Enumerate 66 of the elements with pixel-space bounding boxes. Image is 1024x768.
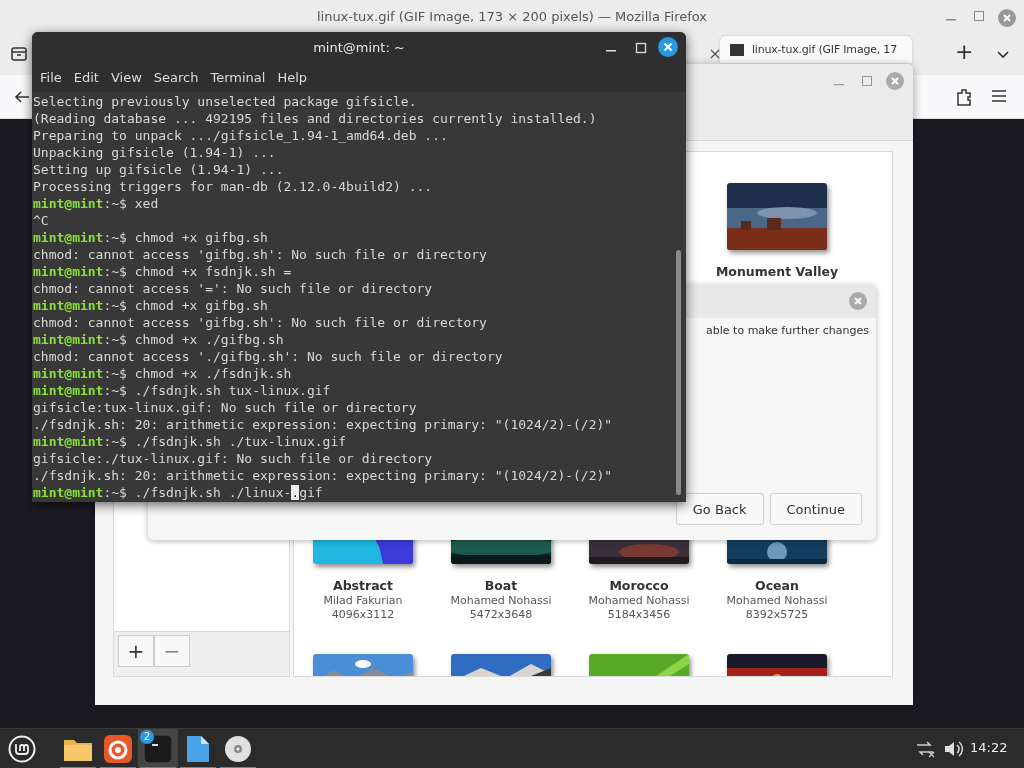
wallpaper-name: Boat xyxy=(484,578,518,594)
wallpaper-author: Mohamed Nohassi xyxy=(588,594,690,608)
terminal-line: mint@mint:~$ chmod +x gifbg.sh xyxy=(32,229,268,246)
menu-item[interactable]: Edit xyxy=(67,70,105,85)
volume-icon[interactable] xyxy=(943,740,963,758)
terminal-line: mint@mint:~$ ./fsdnjk.sh tux-linux.gif xyxy=(32,382,331,399)
menu-logo-icon[interactable] xyxy=(8,735,36,763)
wallpaper-name: Abstract xyxy=(333,578,393,594)
terminal-line: chmod: cannot access './gifbg.sh': No such file or directory xyxy=(32,348,503,365)
scrollbar[interactable] xyxy=(676,250,681,495)
terminal-line: mint@mint:~$ chmod +x ./gifbg.sh xyxy=(32,331,284,348)
terminal-line: mint@mint:~$ chmod +x ./fsdnjk.sh xyxy=(32,365,292,382)
window-title: linux-tux.gif (GIF Image, 173 × 200 pixels) — Mozilla Firefox xyxy=(316,8,708,24)
terminal-line: (Reading database ... 492195 files and directories currently installed.) xyxy=(32,110,597,127)
browser-icon xyxy=(104,735,132,763)
wallpaper-name: Ocean xyxy=(755,578,799,594)
window-title: mint@mint: ~ xyxy=(313,40,405,55)
terminal-line: Preparing to unpack .../gifsicle_1.94-1_amd64.deb ... xyxy=(32,127,448,144)
dialog-button[interactable]: Go Back xyxy=(675,493,764,525)
terminal-line: Unpacking gifsicle (1.94-1) ... xyxy=(32,144,276,161)
menu-icon[interactable] xyxy=(991,88,1007,104)
wallpaper-name: Monument Valley xyxy=(715,264,839,280)
disc-icon xyxy=(224,735,252,763)
wallpaper-size: 5472x3648 xyxy=(469,608,533,622)
wallpaper-author: Mohamed Nohassi xyxy=(726,594,828,608)
menu-item[interactable]: Help xyxy=(271,70,314,85)
new-tab-button[interactable]: + xyxy=(955,40,974,64)
wallpaper-size: 8392x5725 xyxy=(745,608,809,622)
count-badge: 2 xyxy=(140,730,154,744)
dialog-message: able to make further changes xyxy=(706,324,869,337)
browser-tab[interactable]: linux-tux.gif (GIF Image, 17 xyxy=(720,36,912,63)
terminal-line: ./fsdnjk.sh: 20: arithmetic expression: expecting primary: "(1024/2)-(/2)" xyxy=(32,467,613,484)
terminal-line: gifsicle:tux-linux.gif: No such file or directory xyxy=(32,399,417,416)
wallpaper-size: 4096x3112 xyxy=(331,608,395,622)
terminal-line: mint@mint:~$ ./fsdnjk.sh ./tux-linux.gif xyxy=(32,433,347,450)
add-button[interactable]: + xyxy=(118,635,154,667)
terminal-line: Selecting previously unselected package gifsicle. xyxy=(32,93,417,110)
menu-item[interactable]: Terminal xyxy=(204,70,272,85)
menu-item[interactable]: File xyxy=(34,70,68,85)
wallpaper-author: Mohamed Nohassi xyxy=(450,594,552,608)
terminal-line: mint@mint:~$ chmod +x fsdnjk.sh = xyxy=(32,263,292,280)
maximize-icon[interactable] xyxy=(634,41,648,55)
terminal-line: Setting up gifsicle (1.94-1) ... xyxy=(32,161,284,178)
terminal-line: ./fsdnjk.sh: 20: arithmetic expression: expecting primary: "(1024/2)-(/2)" xyxy=(32,416,613,433)
terminal-line: chmod: cannot access '=': No such file or directory xyxy=(32,280,433,297)
terminal-line: mint@mint:~$ ./fsdnjk.sh ./linux-.gif xyxy=(32,484,323,501)
terminal-line: chmod: cannot access 'gifbg.sh': No such file or directory xyxy=(32,314,487,331)
terminal-line: mint@mint:~$ chmod +x gifbg.sh xyxy=(32,297,268,314)
network-icon[interactable] xyxy=(915,740,935,758)
terminal-line: chmod: cannot access 'gifbg.sh': No such file or directory xyxy=(32,246,487,263)
terminal-line: mint@mint:~$ xed xyxy=(32,195,159,212)
puzzle-icon[interactable] xyxy=(955,87,973,107)
menu-item[interactable]: View xyxy=(104,70,148,85)
wallpaper-size: 5184x3456 xyxy=(607,608,671,622)
wallpaper-name: Morocco xyxy=(609,578,669,594)
terminal-line: gifsicle:./tux-linux.gif: No such file or directory xyxy=(32,450,433,467)
menu-item[interactable]: Search xyxy=(147,70,205,85)
tab-view-icon[interactable] xyxy=(10,44,28,62)
dialog-button[interactable]: Continue xyxy=(769,493,862,525)
wallpaper-author: Milad Fakurian xyxy=(323,594,403,608)
close-icon[interactable] xyxy=(658,37,678,57)
terminal-line: ^C xyxy=(32,212,49,229)
close-tab-icon[interactable] xyxy=(709,48,721,60)
clock[interactable]: 14:22 xyxy=(970,740,1008,755)
terminal-line: Processing triggers for man-db (2.12.0-4build2) ... xyxy=(32,178,433,195)
document-icon xyxy=(185,735,211,763)
